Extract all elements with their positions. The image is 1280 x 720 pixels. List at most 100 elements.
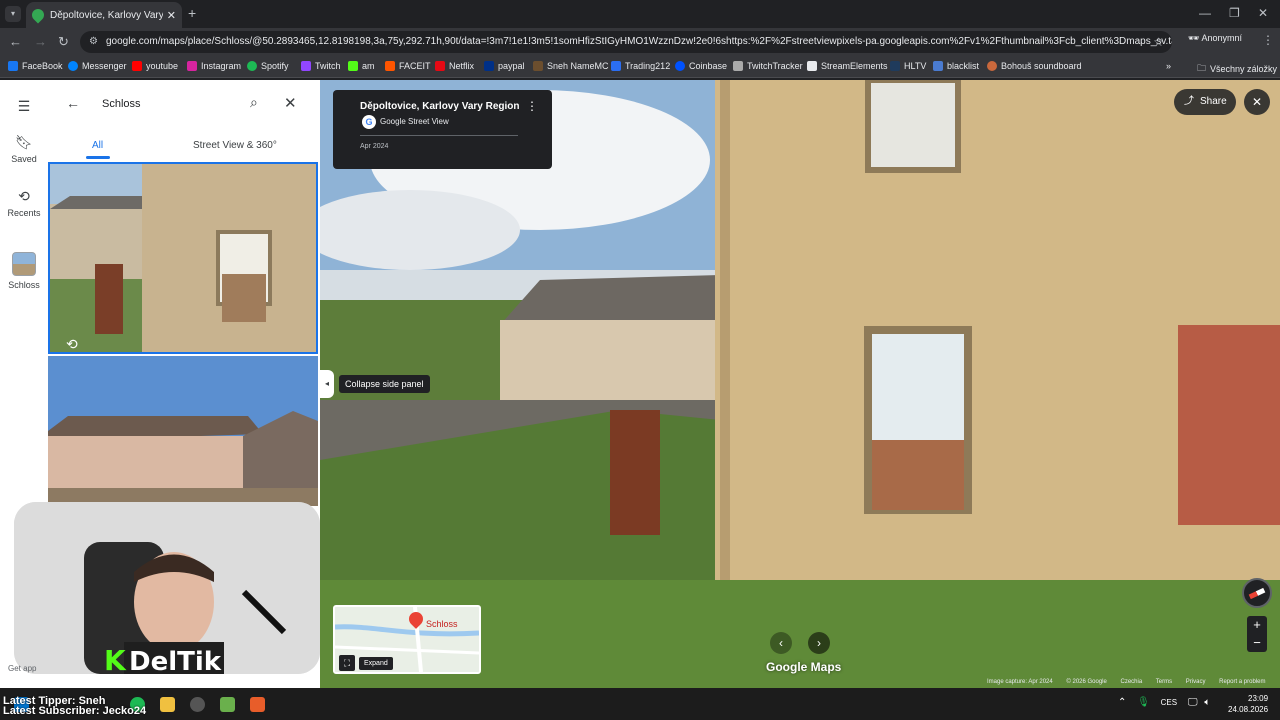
bookmark-item[interactable]: StreamElements <box>807 61 888 71</box>
bookmark-item[interactable]: Spotify <box>247 61 289 71</box>
zoom-controls: + − <box>1247 616 1267 652</box>
capture-date[interactable]: Apr 2024 <box>360 143 388 150</box>
bookmark-item[interactable]: youtube <box>132 61 178 71</box>
imagery-source: Google Street View <box>380 117 449 126</box>
bookmark-item[interactable]: Twitch <box>301 61 341 71</box>
streamer-camera-image: K DelTik <box>14 502 320 674</box>
bookmark-star-icon[interactable]: ☆ <box>1153 31 1164 53</box>
map-footer: Image capture: Apr 2024 © 2026 Google Cz… <box>987 679 1266 685</box>
minimize-button[interactable]: — <box>1199 6 1211 20</box>
incognito-profile-button[interactable]: 🕶 Anonymní <box>1188 33 1242 44</box>
bookmark-item[interactable]: paypal <box>484 61 525 71</box>
network-icon[interactable]: 🖵︎ <box>1188 697 1198 708</box>
recent-place-schloss[interactable]: Schloss <box>0 252 48 290</box>
app-icon[interactable] <box>220 697 235 712</box>
close-street-view-button[interactable]: ✕ <box>1244 89 1270 115</box>
tab-search-button[interactable]: ▾ <box>5 6 21 22</box>
file-explorer-icon[interactable] <box>160 697 175 712</box>
bookmark-item[interactable]: HLTV <box>890 61 926 71</box>
instagram-icon <box>187 61 197 71</box>
address-bar[interactable]: ⚙ google.com/maps/place/Schloss/@50.2893… <box>80 31 1172 53</box>
site-info-icon[interactable]: ⚙ <box>89 31 98 53</box>
bookmark-item[interactable]: Instagram <box>187 61 241 71</box>
window-close-button[interactable]: ✕ <box>1258 6 1268 20</box>
back-button[interactable]: ← <box>9 34 22 49</box>
bookmark-item[interactable]: Coinbase <box>675 61 727 71</box>
bookmark-item[interactable]: am <box>348 61 375 71</box>
bookmark-item[interactable]: Sneh NameMC <box>533 61 609 71</box>
get-app-link[interactable]: Get app <box>8 664 36 673</box>
expand-map-button[interactable]: ⛶ Expand <box>339 655 393 671</box>
building-photo-image: ⟲ <box>50 164 316 352</box>
previous-photo-button[interactable]: ‹ <box>770 632 792 654</box>
collapse-tooltip: Collapse side panel <box>339 375 430 393</box>
bookmark-item[interactable]: FACEIT <box>385 61 431 71</box>
coinbase-icon <box>675 61 685 71</box>
language-indicator[interactable]: CES <box>1161 698 1177 707</box>
bookmarks-overflow-button[interactable]: » <box>1166 61 1171 71</box>
tab-street-view-360[interactable]: Street View & 360° <box>193 140 277 151</box>
incognito-icon: 🕶 <box>1188 33 1202 43</box>
search-box[interactable]: ← Schloss ⌕ ✕ <box>60 90 308 120</box>
browser-tab-bar: ▾ Děpoltovice, Karlovy Vary Regio ✕ + — … <box>0 0 1280 28</box>
tab-close-icon[interactable]: ✕ <box>167 9 176 22</box>
obs-icon[interactable] <box>190 697 205 712</box>
photo-thumbnail-2[interactable] <box>48 356 318 506</box>
clear-search-icon[interactable]: ✕ <box>284 94 297 112</box>
search-input[interactable]: Schloss <box>102 98 141 110</box>
bookmark-item[interactable]: TwitchTracker <box>733 61 803 71</box>
bookmark-item[interactable]: FaceBook <box>8 61 63 71</box>
collapse-panel-button[interactable]: ◂ <box>320 370 334 398</box>
bookmark-icon: 🔖︎ <box>15 134 33 150</box>
browser-toolbar: ← → ↻ ⚙ google.com/maps/place/Schloss/@5… <box>0 28 1280 56</box>
forward-button[interactable]: → <box>34 34 47 49</box>
taskbar-clock[interactable]: 23:09 24.08.2026 <box>1228 693 1268 715</box>
bookmark-item[interactable]: Messenger <box>68 61 127 71</box>
menu-button[interactable]: ☰ <box>0 98 48 118</box>
tray-overflow-icon[interactable]: ⌃ <box>1118 697 1126 708</box>
expand-icon: ⛶ <box>339 655 355 671</box>
compass-icon[interactable] <box>1242 578 1272 608</box>
trading212-icon <box>611 61 621 71</box>
paypal-icon <box>484 61 494 71</box>
maps-favicon-icon <box>29 6 47 24</box>
share-icon: ⤴ <box>1184 96 1194 107</box>
profile-label: Anonymní <box>1201 33 1242 43</box>
volume-icon[interactable]: 🔈︎ <box>1204 697 1210 708</box>
recents-button[interactable]: ⟲ Recents <box>0 188 48 218</box>
namemc-icon <box>533 61 543 71</box>
twitch-icon <box>301 61 311 71</box>
back-arrow-icon[interactable]: ← <box>66 95 80 111</box>
bookmark-item[interactable]: blacklist <box>933 61 979 71</box>
all-bookmarks-button[interactable]: 🗀 Všechny záložky <box>1197 61 1277 77</box>
system-tray[interactable]: ⌃ 🎙︎ CES 🖵︎ 🔈︎ <box>1118 697 1210 708</box>
panorama-image <box>320 80 1280 688</box>
webcam-overlay: K DelTik <box>14 502 320 674</box>
brave-browser-icon[interactable] <box>250 697 265 712</box>
street-view-panorama[interactable] <box>320 80 1280 688</box>
zoom-in-button[interactable]: + <box>1247 616 1267 634</box>
mini-map[interactable]: Schloss ⛶ Expand <box>333 605 481 674</box>
restore-button[interactable]: ❐ <box>1229 6 1240 20</box>
reload-button[interactable]: ↻ <box>58 34 69 50</box>
divider <box>360 135 518 136</box>
next-photo-button[interactable]: › <box>808 632 830 654</box>
bookmark-item[interactable]: Trading212 <box>611 61 670 71</box>
bookmark-item[interactable]: Bohouš soundboard <box>987 61 1082 71</box>
google-maps-watermark: Google Maps <box>766 660 842 674</box>
place-title: Děpoltovice, Karlovy Vary Region <box>360 101 520 112</box>
browser-tab-active[interactable]: Děpoltovice, Karlovy Vary Regio ✕ <box>26 2 182 28</box>
more-options-icon[interactable]: ⋮ <box>526 99 538 113</box>
photo-thumbnail-1[interactable]: ⟲ <box>48 162 318 354</box>
hamburger-icon: ☰ <box>17 98 31 114</box>
saved-button[interactable]: 🔖︎ Saved <box>0 134 48 164</box>
compass-needle <box>1248 587 1266 600</box>
new-tab-button[interactable]: + <box>188 5 196 21</box>
search-icon[interactable]: ⌕ <box>250 94 258 111</box>
browser-menu-icon[interactable]: ⋮ <box>1262 33 1274 47</box>
tab-all[interactable]: All <box>92 140 103 151</box>
microphone-icon[interactable]: 🎙︎ <box>1137 697 1150 708</box>
bookmark-item[interactable]: Netflix <box>435 61 474 71</box>
share-button[interactable]: ⤴ Share <box>1174 89 1236 115</box>
zoom-out-button[interactable]: − <box>1247 634 1267 652</box>
